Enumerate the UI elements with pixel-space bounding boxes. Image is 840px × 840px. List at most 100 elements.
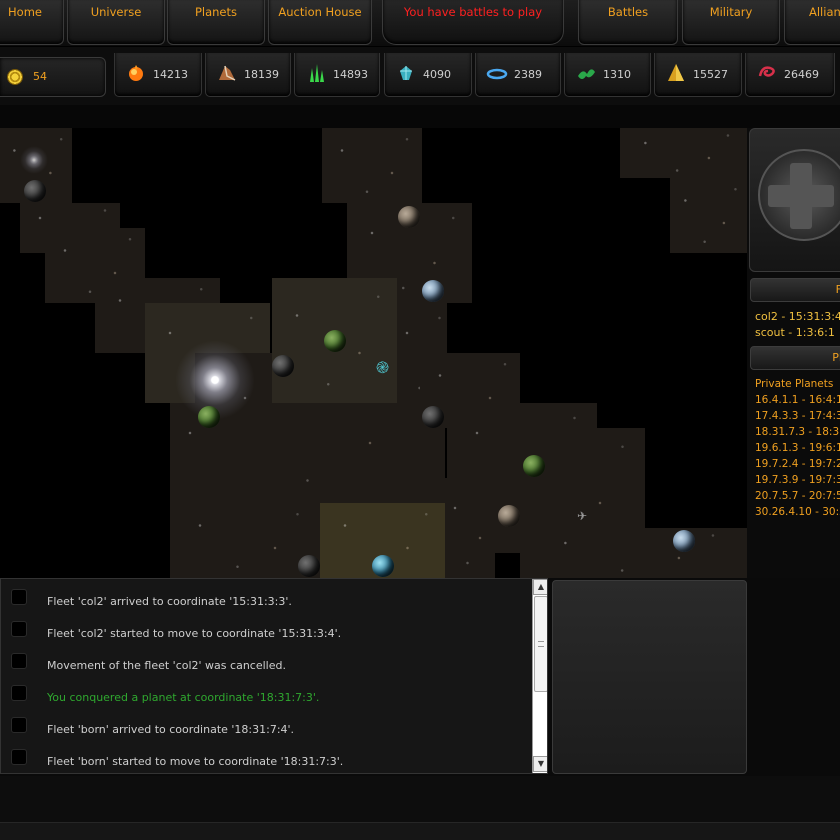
log-message: Fleet 'col2' started to move to coordina…: [47, 627, 342, 640]
gold-pyramid-icon: [668, 64, 684, 81]
nav-battles-alert[interactable]: You have battles to play: [382, 0, 564, 45]
planet[interactable]: [523, 455, 545, 477]
nav-planets[interactable]: Planets: [167, 0, 265, 45]
resource-value: 26469: [784, 68, 819, 81]
private-planets-label: Private Planets: [755, 378, 834, 390]
log-row: Fleet 'born' arrived to coordinate '18:3…: [1, 711, 531, 743]
resource-slot: 2389: [475, 53, 561, 97]
log-row: Movement of the fleet 'col2' was cancell…: [1, 647, 531, 679]
log-row: You conquered a planet at coordinate '18…: [1, 679, 531, 711]
resource-bar: 54 14213 18139 14893 4090 2389 1310 1552…: [0, 47, 840, 105]
planet-item[interactable]: 30.26.4.10 - 30:26: [755, 506, 840, 518]
ore-rock-icon: [219, 65, 236, 81]
planet[interactable]: [298, 555, 320, 577]
fire-orb-icon: [129, 65, 143, 81]
scroll-up-icon[interactable]: ▲: [533, 579, 547, 595]
resource-value: 4090: [423, 68, 451, 81]
event-log: Fleet 'col2' arrived to coordinate '15:3…: [0, 578, 548, 774]
map-sector[interactable]: [670, 178, 747, 253]
planet-item[interactable]: 20.7.5.7 - 20:7:5:: [755, 490, 840, 502]
scroll-down-icon[interactable]: ▼: [533, 756, 547, 772]
credits-box: 54: [0, 57, 106, 97]
nav-battles[interactable]: Battles: [578, 0, 678, 45]
resource-slot: 15527: [654, 53, 742, 97]
footer-strip: [0, 822, 840, 840]
log-checkbox[interactable]: [11, 621, 27, 637]
log-message-success: You conquered a planet at coordinate '18…: [47, 691, 320, 704]
resource-value: 18139: [244, 68, 279, 81]
log-checkbox[interactable]: [11, 717, 27, 733]
planet[interactable]: [498, 505, 520, 527]
resource-value: 1310: [603, 68, 631, 81]
footer-area: [0, 776, 840, 840]
planet[interactable]: [198, 406, 220, 428]
log-message: Fleet 'col2' arrived to coordinate '15:3…: [47, 595, 292, 608]
resource-slot: 26469: [745, 53, 835, 97]
resource-slot: 14893: [294, 53, 380, 97]
resource-value: 15527: [693, 68, 728, 81]
map-header-strip: [0, 105, 840, 128]
resource-slot: 4090: [384, 53, 472, 97]
scroll-thumb[interactable]: [534, 596, 547, 692]
resource-slot: 14213: [114, 53, 202, 97]
planet[interactable]: [372, 555, 394, 577]
log-checkbox[interactable]: [11, 685, 27, 701]
nav-military[interactable]: Military: [682, 0, 780, 45]
universe-map[interactable]: ֎ ✈: [0, 128, 747, 578]
fleets-header[interactable]: F: [750, 278, 840, 302]
dpad-horizontal[interactable]: [768, 185, 834, 207]
nav-auction-house[interactable]: Auction House: [268, 0, 372, 45]
map-sector[interactable]: [520, 528, 747, 578]
log-checkbox[interactable]: [11, 589, 27, 605]
planet-item[interactable]: 19.7.2.4 - 19:7:2:: [755, 458, 840, 470]
nav-universe[interactable]: Universe: [67, 0, 165, 45]
map-sector[interactable]: [322, 128, 422, 203]
fleet-item[interactable]: col2 - 15:31:3:4*: [755, 310, 840, 323]
planet[interactable]: [24, 180, 46, 202]
dpad-icon[interactable]: [758, 149, 840, 241]
fleet-ship-icon[interactable]: ✈: [577, 510, 587, 522]
planet[interactable]: [324, 330, 346, 352]
log-row: Fleet 'born' started to move to coordina…: [1, 743, 531, 773]
detail-panel: [552, 580, 747, 774]
credits-value: 54: [33, 70, 47, 83]
star-cluster[interactable]: [20, 146, 48, 174]
resource-slot: 18139: [205, 53, 291, 97]
resource-value: 2389: [514, 68, 542, 81]
resource-value: 14213: [153, 68, 188, 81]
nav-home[interactable]: Home: [0, 0, 64, 45]
log-message: Movement of the fleet 'col2' was cancell…: [47, 659, 286, 672]
red-swirl-icon: [758, 66, 775, 77]
planet-item[interactable]: 19.6.1.3 - 19:6:1:: [755, 442, 840, 454]
log-checkbox[interactable]: [11, 749, 27, 765]
planet[interactable]: [272, 355, 294, 377]
planet-item[interactable]: 16.4.1.1 - 16:4:1:: [755, 394, 840, 406]
planets-header[interactable]: Pl: [750, 346, 840, 370]
planet[interactable]: [422, 280, 444, 302]
grip-icon: [538, 641, 544, 647]
map-sector[interactable]: [620, 128, 747, 178]
green-crystal-icon: [310, 64, 324, 82]
resource-slot: 1310: [564, 53, 651, 97]
fleet-item[interactable]: scout - 1:3:6:1: [755, 326, 835, 339]
log-scrollbar[interactable]: ▲ ▼: [532, 579, 547, 773]
planet[interactable]: [673, 530, 695, 552]
log-message: Fleet 'born' started to move to coordina…: [47, 755, 344, 768]
planet[interactable]: [398, 206, 420, 228]
log-row: Fleet 'col2' arrived to coordinate '15:3…: [1, 583, 531, 615]
green-plant-icon: [578, 69, 595, 79]
log-checkbox[interactable]: [11, 653, 27, 669]
planet-item[interactable]: 19.7.3.9 - 19:7:3:: [755, 474, 840, 486]
resource-value: 14893: [333, 68, 368, 81]
top-navigation: Home Universe Planets Auction House You …: [0, 0, 840, 47]
wormhole-icon[interactable]: ֎: [376, 360, 389, 376]
right-panel: F col2 - 15:31:3:4* scout - 1:3:6:1 Pl P…: [747, 128, 840, 578]
log-row: Fleet 'col2' started to move to coordina…: [1, 615, 531, 647]
planet[interactable]: [422, 406, 444, 428]
map-navigation-box: [749, 128, 840, 272]
nav-alliance[interactable]: Allian: [784, 0, 840, 45]
planet-item[interactable]: 18.31.7.3 - 18:31:: [755, 426, 840, 438]
planet-item[interactable]: 17.4.3.3 - 17:4:3:: [755, 410, 840, 422]
log-message: Fleet 'born' arrived to coordinate '18:3…: [47, 723, 295, 736]
gold-coin-icon: [7, 69, 23, 85]
